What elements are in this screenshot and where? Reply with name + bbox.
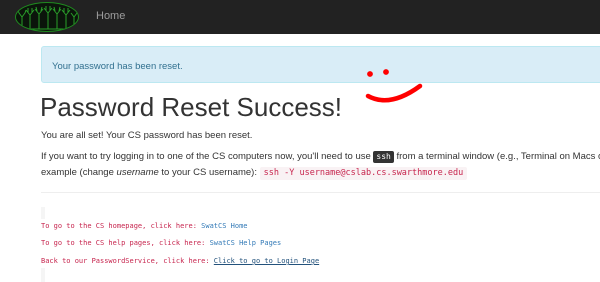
top-navbar: Home (0, 0, 600, 34)
ssh-command: ssh -Y username@cslab.cs.swarthmore.edu (259, 167, 468, 180)
swatcs-home-link[interactable]: SwatCS Home (201, 222, 247, 230)
link-prefix: To go to the CS help pages, click here: (41, 239, 210, 247)
swatcs-logo[interactable] (15, 2, 79, 32)
alert-message: Your password has been reset. (52, 61, 183, 72)
ssh-kbd: ssh (373, 151, 394, 163)
link-prefix: To go to the CS homepage, click here: (41, 222, 202, 230)
nav-home-link[interactable]: Home (96, 10, 125, 22)
link-line-home: To go to the CS homepage, click here: Sw… (41, 222, 248, 230)
login-page-link[interactable]: Click to go to Login Page (214, 257, 319, 265)
instructions-text-after: from a terminal window (e.g., Terminal o… (393, 151, 600, 162)
link-prefix: Back to our PasswordService, click here: (41, 257, 214, 265)
username-word: username (116, 167, 159, 178)
link-line-help: To go to the CS help pages, click here: … (41, 239, 281, 247)
divider (41, 192, 600, 193)
success-alert: Your password has been reset. (41, 46, 600, 83)
instructions-text: If you want to try logging in to one of … (41, 151, 374, 162)
instructions-example-after: to your CS username): (158, 167, 260, 178)
pre-block-edge (41, 207, 45, 219)
instructions-example-text: example (change (41, 167, 117, 178)
tree-logo-icon (17, 6, 78, 30)
pre-block-edge-bottom (41, 268, 45, 282)
smiley-face-drawing (365, 69, 423, 103)
link-line-login: Back to our PasswordService, click here:… (41, 257, 319, 265)
swatcs-help-link[interactable]: SwatCS Help Pages (210, 239, 282, 247)
ssh-instructions-line1: If you want to try logging in to one of … (41, 151, 600, 163)
ssh-instructions-line2: example (change username to your CS user… (41, 167, 468, 180)
page-title: Password Reset Success! (40, 92, 343, 122)
intro-text: You are all set! Your CS password has be… (41, 130, 253, 141)
